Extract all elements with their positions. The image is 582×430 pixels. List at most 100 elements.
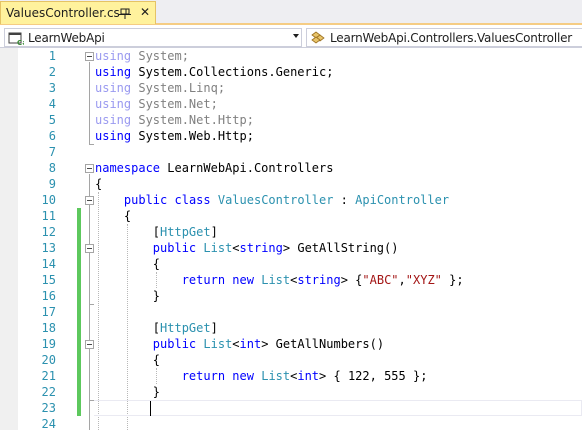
code-token: System; bbox=[131, 49, 189, 63]
code-token: using bbox=[95, 65, 132, 79]
code-token: ] bbox=[210, 321, 218, 335]
code-token: string bbox=[297, 273, 341, 287]
code-token: { bbox=[95, 177, 103, 191]
line-number: 5 bbox=[48, 113, 56, 127]
outline-end bbox=[89, 144, 94, 145]
line-number: 9 bbox=[48, 177, 56, 191]
code-token: return bbox=[181, 273, 226, 287]
line-number: 22 bbox=[41, 385, 56, 399]
navigation-bar: C# LearnWebApi LearnWebApi.Controllers.V… bbox=[0, 27, 582, 48]
collapse-method-icon[interactable] bbox=[85, 340, 94, 349]
collapse-namespace-icon[interactable] bbox=[85, 164, 94, 173]
csharp-project-icon: C# bbox=[8, 32, 24, 46]
code-line[interactable]: using System.Net; bbox=[95, 96, 218, 112]
line-number: 3 bbox=[48, 81, 56, 95]
line-number: 15 bbox=[41, 273, 56, 287]
code-line[interactable]: namespace LearnWebApi.Controllers bbox=[95, 160, 333, 176]
class-icon bbox=[311, 31, 325, 43]
code-line[interactable]: using System.Linq; bbox=[95, 80, 225, 96]
collapse-class-icon[interactable] bbox=[85, 196, 94, 205]
type-dropdown[interactable]: LearnWebApi.Controllers.ValuesController bbox=[306, 28, 582, 47]
text-caret bbox=[150, 401, 151, 416]
code-token: HttpGet bbox=[160, 321, 211, 335]
code-editor[interactable]: 1 using System; 2 using System.Collections.… bbox=[0, 48, 582, 430]
line-number: 16 bbox=[41, 289, 56, 303]
code-token: } bbox=[95, 289, 161, 303]
chevron-down-icon[interactable] bbox=[293, 34, 299, 38]
code-token: { bbox=[95, 257, 161, 271]
line-number: 4 bbox=[48, 97, 56, 111]
code-token: using bbox=[95, 81, 132, 95]
code-token: }; bbox=[441, 273, 464, 287]
code-token: [ bbox=[95, 225, 161, 239]
tab-values-controller[interactable]: ValuesController.cs ✕ bbox=[0, 1, 156, 24]
line-number: 24 bbox=[41, 417, 56, 430]
code-line[interactable]: using System.Web.Http; bbox=[95, 128, 254, 144]
code-token: { bbox=[95, 353, 161, 367]
code-line[interactable]: } bbox=[95, 288, 160, 304]
code-line[interactable]: } bbox=[95, 384, 160, 400]
close-icon[interactable]: ✕ bbox=[138, 5, 152, 19]
indicator-margin[interactable] bbox=[0, 48, 18, 430]
line-number: 8 bbox=[48, 161, 56, 175]
code-line[interactable]: public List<string> GetAllString() bbox=[95, 240, 399, 256]
code-line[interactable]: using System.Collections.Generic; bbox=[95, 64, 333, 80]
code-token: > { 122, 555 }; bbox=[319, 369, 428, 383]
code-token: string bbox=[239, 241, 283, 255]
outline-line bbox=[89, 174, 90, 430]
code-token: System.Net.Http; bbox=[131, 113, 254, 127]
code-token: > GetAllNumbers() bbox=[261, 337, 385, 351]
code-token: using bbox=[95, 49, 132, 63]
code-line[interactable]: return new List<string> {"ABC","XYZ" }; bbox=[95, 272, 464, 288]
project-dropdown-value: LearnWebApi bbox=[28, 30, 105, 45]
code-line[interactable]: public List<int> GetAllNumbers() bbox=[95, 336, 384, 352]
code-token: new bbox=[232, 369, 254, 383]
code-token: System.Web.Http; bbox=[131, 129, 254, 143]
line-number: 7 bbox=[48, 145, 56, 159]
line-number: 21 bbox=[41, 369, 56, 383]
line-number: 23 bbox=[41, 401, 56, 415]
outline-end bbox=[89, 304, 94, 305]
code-line[interactable]: { bbox=[95, 208, 131, 224]
svg-text:C#: C# bbox=[17, 39, 24, 46]
code-line[interactable]: [HttpGet] bbox=[95, 320, 218, 336]
code-token: : bbox=[333, 193, 356, 207]
code-token: using bbox=[95, 129, 132, 143]
code-token: new bbox=[232, 273, 254, 287]
line-number: 17 bbox=[41, 305, 56, 319]
code-line[interactable]: using System; bbox=[95, 48, 189, 64]
line-number: 14 bbox=[41, 257, 56, 271]
code-line[interactable]: return new List<int> { 122, 555 }; bbox=[95, 368, 428, 384]
code-token: List bbox=[203, 241, 233, 255]
code-token: HttpGet bbox=[160, 225, 211, 239]
code-line[interactable]: using System.Net.Http; bbox=[95, 112, 254, 128]
code-token: List bbox=[203, 337, 233, 351]
tab-label: ValuesController.cs bbox=[6, 6, 120, 20]
change-indicator bbox=[77, 208, 81, 416]
code-line[interactable]: [HttpGet] bbox=[95, 224, 218, 240]
code-line[interactable]: { bbox=[95, 352, 160, 368]
project-dropdown[interactable]: C# LearnWebApi bbox=[4, 28, 302, 47]
line-number: 20 bbox=[41, 353, 56, 367]
code-token: LearnWebApi.Controllers bbox=[160, 161, 334, 175]
code-line[interactable]: { bbox=[95, 176, 102, 192]
document-tab-strip: ValuesController.cs ✕ bbox=[0, 0, 582, 25]
code-token: public bbox=[123, 193, 168, 207]
code-token: "ABC" bbox=[362, 273, 399, 287]
line-number: 18 bbox=[41, 321, 56, 335]
code-token: ] bbox=[210, 225, 218, 239]
current-line-highlight bbox=[94, 400, 582, 416]
code-line[interactable]: public class ValuesController : ApiContr… bbox=[95, 192, 449, 208]
code-line[interactable]: { bbox=[95, 256, 160, 272]
collapse-usings-icon[interactable] bbox=[85, 52, 94, 61]
code-token: < bbox=[232, 241, 240, 255]
pin-icon[interactable] bbox=[118, 4, 132, 20]
code-token: ValuesController bbox=[217, 193, 334, 207]
collapse-method-icon[interactable] bbox=[85, 244, 94, 253]
code-token: return bbox=[181, 369, 226, 383]
code-token: > { bbox=[340, 273, 363, 287]
